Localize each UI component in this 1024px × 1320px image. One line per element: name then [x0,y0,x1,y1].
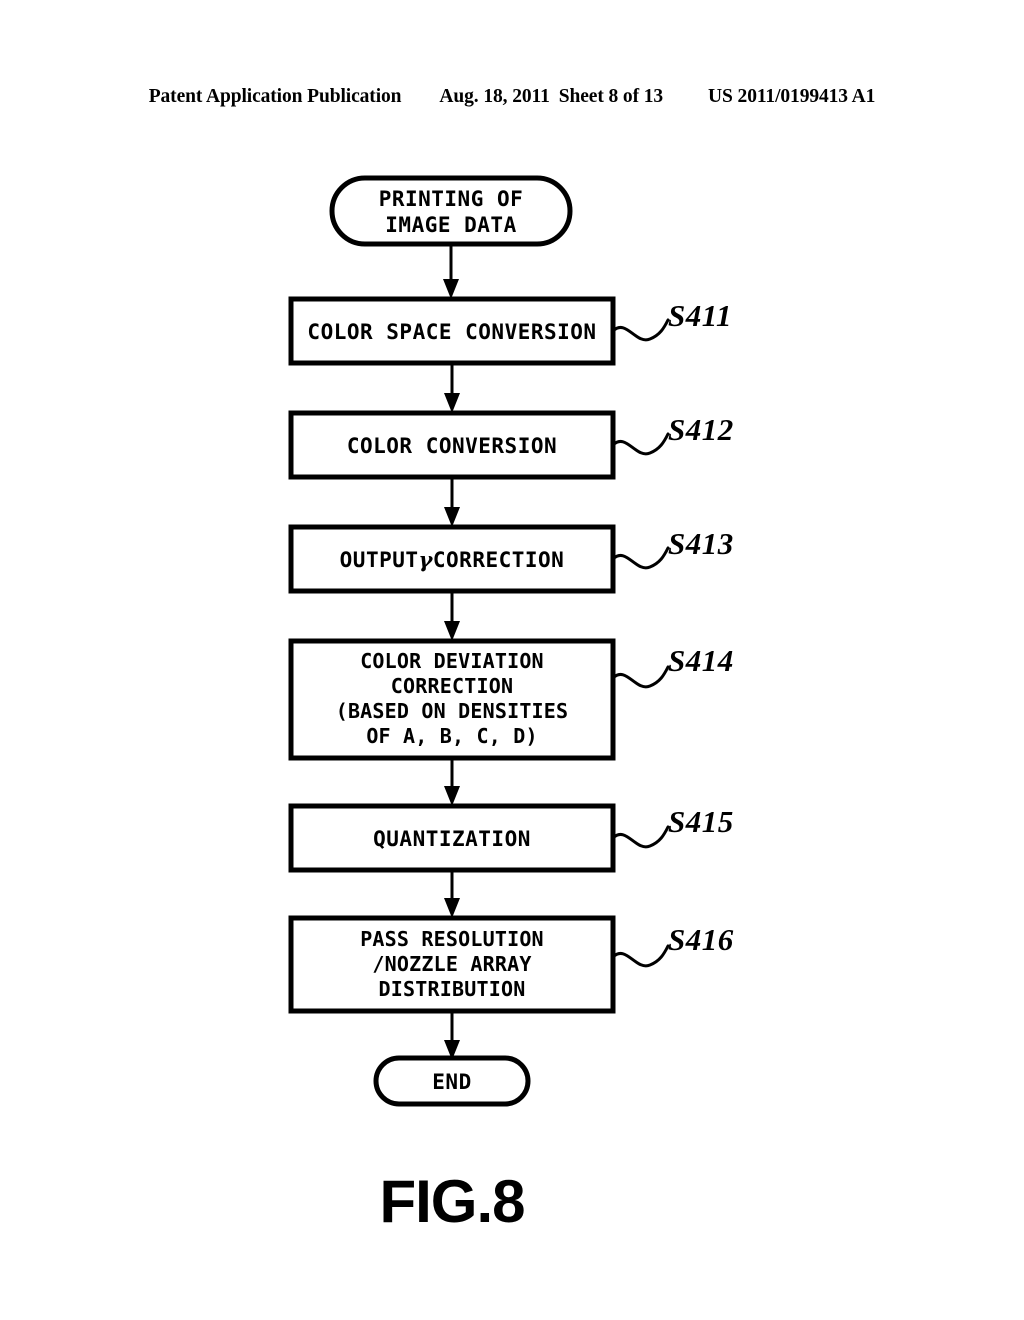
flow-node-start: PRINTING OF IMAGE DATA [329,175,573,247]
s411-node-line-1: COLOR SPACE CONVERSION [307,320,596,344]
s415-leader-line [611,825,670,849]
s413-text-pre-gamma: OUTPUT [340,548,419,572]
gamma-symbol: γ [419,547,434,572]
s414-node-line-1: COLOR DEVIATION [360,649,544,673]
start-node-line-1: PRINTING OF [379,187,524,211]
flow-node-s412: COLOR CONVERSION [288,410,616,480]
flow-connector-s411-s412 [444,363,460,413]
s416-leader-line [611,944,670,968]
flow-node-s415: QUANTIZATION [288,803,616,873]
s414-node-line-3: (BASED ON DENSITIES [336,699,569,723]
s412-leader-line [611,432,670,456]
start-node-line-2: IMAGE DATA [385,213,516,237]
figure-caption: FIG.8 [379,1168,524,1235]
s411-step-label: S411 [668,298,732,333]
s412-step-label: S412 [668,412,734,447]
flow-node-end: END [373,1055,531,1107]
s414-node-line-2: CORRECTION [391,674,513,698]
s411-leader-line [611,318,670,342]
s416-node-line-2: /NOZZLE ARRAY [372,952,531,976]
flow-connector-s414-s415 [444,758,460,806]
s415-step-label: S415 [668,804,734,839]
flow-connector-s415-s416 [444,870,460,918]
flow-node-s411: COLOR SPACE CONVERSION [288,296,616,366]
s414-node-line-4: OF A, B, C, D) [366,724,537,748]
s415-node-line-1: QUANTIZATION [373,827,531,851]
flow-connector-s416-end [444,1011,460,1060]
s413-step-label: S413 [668,526,734,561]
end-node-line-1: END [432,1070,471,1094]
s413-leader-line [611,546,670,570]
flow-connector-s413-s414 [444,591,460,641]
s416-step-label: S416 [668,922,734,957]
s414-leader-line [611,665,670,689]
flow-connector-s412-s413 [444,477,460,527]
flow-node-s416: PASS RESOLUTION /NOZZLE ARRAY DISTRIBUTI… [288,915,616,1014]
flow-node-s414: COLOR DEVIATION CORRECTION (BASED ON DEN… [288,638,616,761]
s413-node-line-1: OUTPUTγCORRECTION [340,547,565,572]
flow-connector-start-s411 [443,244,459,299]
s414-step-label: S414 [668,643,734,678]
s413-text-post-gamma: CORRECTION [433,548,564,572]
s416-node-line-3: DISTRIBUTION [379,977,526,1001]
s412-node-line-1: COLOR CONVERSION [347,434,557,458]
flowchart-figure: PRINTING OF IMAGE DATA COLOR SPACE CONVE… [0,0,1024,1320]
flow-node-s413: OUTPUTγCORRECTION [288,524,616,594]
s416-node-line-1: PASS RESOLUTION [360,927,544,951]
